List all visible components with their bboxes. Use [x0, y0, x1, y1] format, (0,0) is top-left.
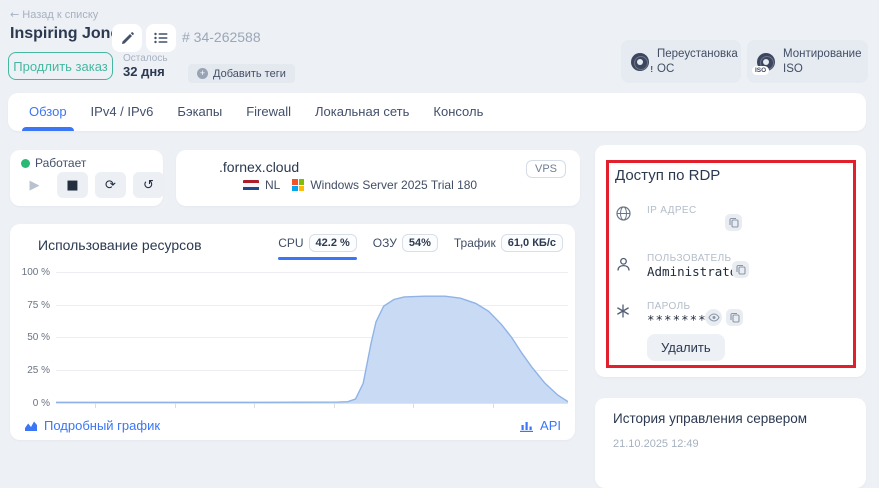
- reinstall-label-line2: ОС: [657, 63, 674, 75]
- metric-tab-ram[interactable]: ОЗУ 54%: [373, 234, 438, 260]
- restart-icon: ↺: [143, 178, 154, 193]
- server-os: Windows Server 2025 Trial 180: [310, 178, 477, 192]
- user-value: Administrator: [647, 264, 745, 279]
- metric-tab-cpu[interactable]: CPU 42.2 %: [278, 234, 357, 260]
- vps-type-badge: VPS: [526, 160, 566, 178]
- detailed-graph-label: Подробный график: [44, 418, 160, 433]
- reinstall-os-button[interactable]: ! Переустановка ОС: [621, 40, 741, 83]
- asterisk-icon: [616, 304, 630, 318]
- details-list-button[interactable]: [146, 24, 176, 52]
- plus-circle-icon: +: [197, 68, 208, 79]
- show-password-button[interactable]: [705, 309, 722, 326]
- order-id: # 34-262588: [182, 29, 261, 45]
- ip-address-label: IP АДРЕС: [647, 205, 697, 216]
- tab-backups[interactable]: Бэкапы: [177, 93, 222, 131]
- y-tick-100: 100 %: [12, 267, 50, 278]
- stop-button[interactable]: ■: [57, 172, 88, 198]
- copy-password-button[interactable]: [726, 309, 743, 326]
- tab-ipv4-ipv6[interactable]: IPv4 / IPv6: [91, 93, 154, 131]
- server-domain: .fornex.cloud: [219, 159, 299, 175]
- tab-console[interactable]: Консоль: [433, 93, 483, 131]
- delete-rdp-button[interactable]: Удалить: [647, 334, 725, 361]
- api-link[interactable]: API: [520, 418, 561, 433]
- tab-firewall[interactable]: Firewall: [246, 93, 291, 131]
- server-power-card: Работает ▶ ■ ⟳ ↺: [10, 150, 163, 206]
- metric-tab-traffic[interactable]: Трафик 61,0 КБ/с: [454, 234, 563, 260]
- play-icon: ▶: [30, 178, 40, 193]
- traffic-value-badge: 61,0 КБ/с: [501, 234, 563, 252]
- page-title: Inspiring Jones: [10, 25, 128, 43]
- rdp-title: Доступ по RDP: [615, 167, 720, 184]
- bar-chart-icon: [520, 420, 534, 432]
- copy-icon: [736, 264, 746, 275]
- history-title: История управления сервером: [613, 411, 807, 426]
- cpu-value-badge: 42.2 %: [309, 234, 357, 252]
- detailed-graph-link[interactable]: Подробный график: [24, 418, 160, 433]
- user-label: ПОЛЬЗОВАТЕЛЬ: [647, 253, 732, 264]
- tab-overview[interactable]: Обзор: [29, 93, 67, 131]
- api-label: API: [540, 418, 561, 433]
- restart-button[interactable]: ↺: [133, 172, 164, 198]
- copy-ip-button[interactable]: [725, 214, 742, 231]
- globe-icon: [616, 206, 631, 221]
- ram-value-badge: 54%: [402, 234, 438, 252]
- reload-button[interactable]: ⟳: [95, 172, 126, 198]
- copy-icon: [729, 217, 739, 228]
- status-label: Работает: [35, 156, 86, 170]
- disc-iso-icon: ISO: [757, 53, 775, 71]
- cpu-usage-chart: [56, 264, 568, 406]
- add-tags-label: Добавить теги: [213, 68, 286, 80]
- back-arrow-icon: ←: [10, 8, 19, 21]
- add-tags-button[interactable]: + Добавить теги: [188, 64, 295, 83]
- stop-icon: ■: [66, 178, 78, 193]
- refresh-icon: ⟳: [105, 178, 116, 193]
- edit-title-button[interactable]: [112, 24, 142, 52]
- renew-order-button[interactable]: Продлить заказ: [8, 52, 113, 80]
- disc-exclamation-icon: !: [631, 53, 649, 71]
- remaining-label: Осталось: [123, 53, 168, 64]
- password-label: ПАРОЛЬ: [647, 301, 691, 312]
- windows-logo-icon: [292, 179, 304, 191]
- nl-flag-icon: [243, 180, 259, 191]
- reinstall-label-line1: Переустановка: [657, 48, 738, 60]
- back-link-label: Назад к списку: [22, 9, 98, 21]
- area-chart-icon: [24, 420, 38, 432]
- mount-iso-button[interactable]: ISO Монтирование ISO: [747, 40, 868, 83]
- resource-usage-title: Использование ресурсов: [38, 237, 202, 253]
- y-tick-50: 50 %: [12, 332, 50, 343]
- server-info-card: .fornex.cloud NL Windows Server 2025 Tri…: [176, 150, 580, 206]
- rdp-access-card: Доступ по RDP IP АДРЕС ПОЛЬЗОВАТЕЛЬ Admi…: [595, 145, 866, 377]
- y-tick-0: 0 %: [12, 398, 50, 409]
- list-icon: [154, 32, 168, 44]
- user-icon: [616, 257, 631, 272]
- eye-icon: [708, 313, 720, 322]
- copy-user-button[interactable]: [732, 261, 749, 278]
- status-dot: [21, 159, 30, 168]
- y-tick-75: 75 %: [12, 300, 50, 311]
- remaining-value: 32 дня: [123, 64, 165, 79]
- resource-usage-card: Использование ресурсов CPU 42.2 % ОЗУ 54…: [10, 224, 575, 440]
- server-location: NL: [265, 178, 280, 192]
- server-history-card: История управления сервером 21.10.2025 1…: [595, 398, 866, 488]
- section-tab-bar: Обзор IPv4 / IPv6 Бэкапы Firewall Локаль…: [8, 93, 866, 131]
- back-to-list-link[interactable]: ← Назад к списку: [10, 8, 98, 21]
- tab-local-network[interactable]: Локальная сеть: [315, 93, 409, 131]
- mount-label-line1: Монтирование: [783, 48, 861, 60]
- y-tick-25: 25 %: [12, 365, 50, 376]
- pencil-icon: [121, 32, 134, 45]
- start-button[interactable]: ▶: [19, 172, 50, 198]
- history-timestamp: 21.10.2025 12:49: [613, 438, 699, 450]
- copy-icon: [730, 312, 740, 323]
- mount-label-line2: ISO: [783, 63, 803, 75]
